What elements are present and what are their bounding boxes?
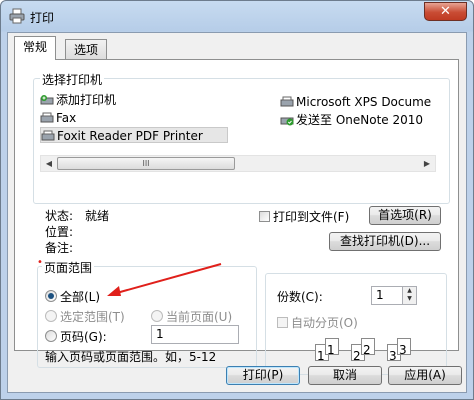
- copies-label: 份数(C):: [277, 290, 323, 304]
- printer-name: 添加打印机: [56, 93, 117, 107]
- page-range-selection-radio[interactable]: [45, 310, 57, 322]
- add-printer-icon: [40, 95, 54, 105]
- page-range-selection-label: 选定范围(T): [60, 310, 125, 324]
- fax-printer-icon: [40, 112, 54, 123]
- window-title: 打印: [30, 11, 55, 25]
- tab-options[interactable]: 选项: [65, 39, 108, 59]
- status-value: 就绪: [85, 209, 110, 223]
- printer-item-fax[interactable]: Fax: [40, 110, 76, 126]
- print-to-file-label: 打印到文件(F): [273, 210, 350, 224]
- page-range-all-radio[interactable]: [45, 290, 57, 302]
- print-dialog: 打印 ✕ 常规 选项 选择打印机 添加打印机 Fax Foxit Reader …: [0, 0, 474, 400]
- printer-icon: [41, 130, 55, 141]
- status-label: 状态:: [45, 209, 74, 223]
- collate-page: 1: [325, 338, 339, 357]
- printer-name: Foxit Reader PDF Printer: [57, 129, 203, 143]
- apply-button[interactable]: 应用(A): [388, 366, 462, 385]
- printer-list-scrollbar[interactable]: ◀ III ▶: [40, 155, 436, 172]
- copies-input[interactable]: 1: [371, 286, 403, 305]
- collate-page: 3: [397, 338, 411, 357]
- title-bar[interactable]: 打印 ✕: [1, 1, 473, 31]
- print-button[interactable]: 打印(P): [226, 366, 300, 385]
- select-printer-label: 选择打印机: [40, 71, 105, 88]
- select-printer-group: 选择打印机 添加打印机 Fax Foxit Reader PDF Printer…: [33, 71, 450, 204]
- printer-icon: [280, 96, 294, 107]
- scroll-thumb[interactable]: III: [57, 157, 235, 170]
- copies-spinner[interactable]: ▲ ▼: [402, 286, 417, 305]
- annotation-dot: •: [37, 257, 43, 268]
- printer-item-onenote[interactable]: 发送至 OneNote 2010: [280, 112, 423, 128]
- collate-checkbox[interactable]: [277, 317, 288, 328]
- dialog-body: 常规 选项 选择打印机 添加打印机 Fax Foxit Reader PDF P…: [7, 32, 467, 393]
- preferences-button[interactable]: 首选项(R): [369, 206, 441, 225]
- printer-item-foxit[interactable]: Foxit Reader PDF Printer: [40, 127, 228, 143]
- collate-label: 自动分页(O): [291, 316, 358, 330]
- collate-page: 2: [361, 338, 375, 357]
- page-range-label: 页面范围: [42, 259, 95, 276]
- collate-illustration: 1 1 2 2 3 3: [315, 334, 425, 364]
- page-range-current-label: 当前页面(U): [166, 310, 233, 324]
- cancel-button[interactable]: 取消: [308, 366, 382, 385]
- annotation-arrow-icon: [107, 263, 222, 296]
- printer-name: Microsoft XPS Docume: [296, 95, 432, 109]
- printer-list[interactable]: 添加打印机 Fax Foxit Reader PDF Printer Micro…: [40, 92, 436, 154]
- page-range-all-label: 全部(L): [60, 290, 101, 304]
- page-range-current-radio[interactable]: [151, 310, 163, 322]
- printer-item-xps[interactable]: Microsoft XPS Docume: [280, 94, 431, 110]
- pages-input[interactable]: 1: [151, 325, 239, 344]
- default-printer-icon: [280, 117, 294, 126]
- spin-down-icon[interactable]: ▼: [403, 295, 416, 303]
- printer-icon: [9, 8, 25, 24]
- page-range-hint: 输入页码或页面范围。如，5-12: [45, 350, 217, 364]
- location-label: 位置:: [45, 225, 74, 239]
- printer-name: 发送至 OneNote 2010: [296, 113, 424, 127]
- close-button[interactable]: ✕: [424, 2, 467, 21]
- tab-general[interactable]: 常规: [14, 36, 57, 60]
- tab-panel-general: 选择打印机 添加打印机 Fax Foxit Reader PDF Printer…: [14, 59, 459, 375]
- printer-item-add[interactable]: 添加打印机: [40, 92, 116, 108]
- spin-up-icon[interactable]: ▲: [403, 287, 416, 295]
- print-to-file-checkbox[interactable]: [259, 211, 270, 222]
- page-range-pages-radio[interactable]: [45, 330, 57, 342]
- scroll-left-arrow-icon[interactable]: ◀: [41, 156, 57, 171]
- page-range-pages-label: 页码(G):: [60, 330, 107, 344]
- scroll-right-arrow-icon[interactable]: ▶: [419, 156, 435, 171]
- find-printer-button[interactable]: 查找打印机(D)...: [329, 232, 441, 251]
- printer-name: Fax: [56, 111, 77, 125]
- comment-label: 备注:: [45, 241, 74, 255]
